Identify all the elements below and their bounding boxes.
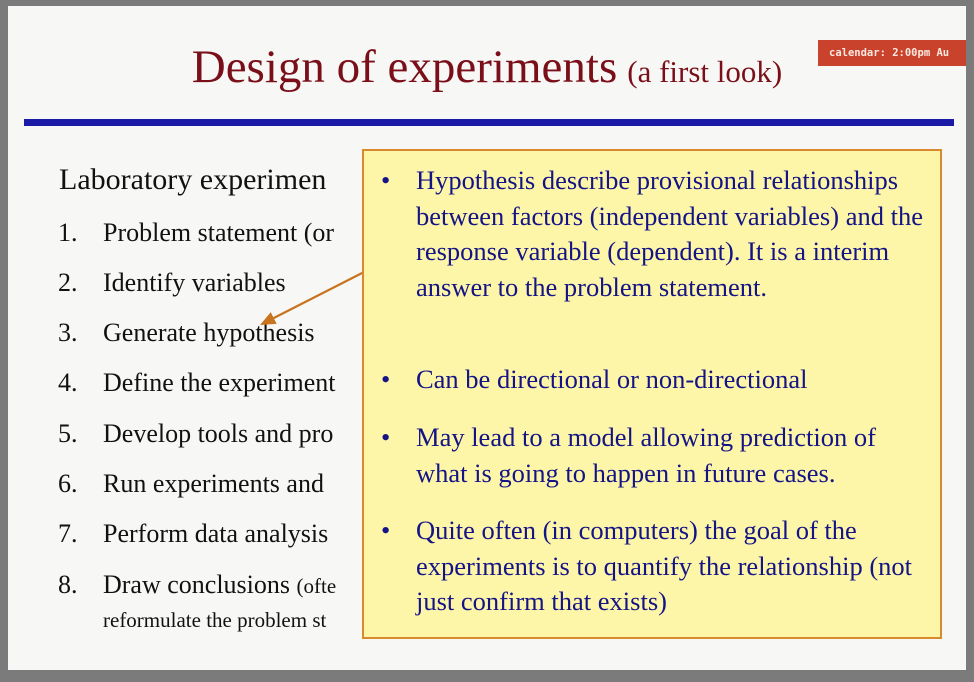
bullet-dot: • xyxy=(381,515,391,545)
callout-bullet: • Quite often (in computers) the goal of… xyxy=(381,513,931,620)
bullet-text: Can be directional or non-directional xyxy=(416,364,808,394)
hypothesis-callout: • Hypothesis describe provisional relati… xyxy=(362,149,942,639)
callout-bullet: • May lead to a model allowing predictio… xyxy=(381,420,931,491)
calendar-notification-badge[interactable]: calendar: 2:00pm Au xyxy=(818,40,966,66)
bullet-dot: • xyxy=(381,165,391,195)
bullet-dot: • xyxy=(381,422,391,452)
callout-bullet: • Can be directional or non-directional xyxy=(381,362,931,398)
callout-bullet: • Hypothesis describe provisional relati… xyxy=(381,163,931,305)
bullet-text: Hypothesis describe provisional relation… xyxy=(416,165,923,302)
bullet-text: May lead to a model allowing prediction … xyxy=(416,422,876,488)
slide: Design of experiments (a first look) Lab… xyxy=(8,6,966,670)
bullet-dot: • xyxy=(381,364,391,394)
bullet-text: Quite often (in computers) the goal of t… xyxy=(416,515,913,616)
